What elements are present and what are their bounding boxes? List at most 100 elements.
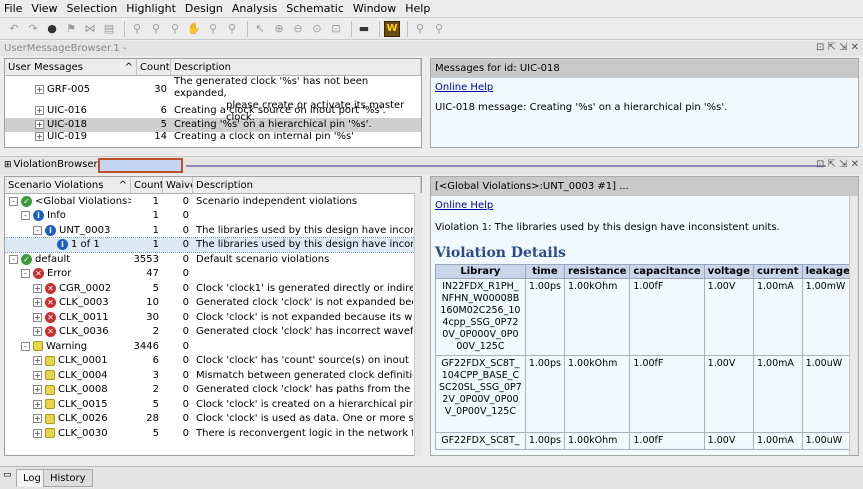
expand-icon[interactable]: + [35,105,44,115]
col-user-messages[interactable]: User Messages ^ [5,59,137,75]
select-icon[interactable]: ↖ [252,21,268,37]
table-row[interactable]: + ✕ CGR_0002 5 0 Clock 'clock1' is generated … [5,281,421,296]
collapse-icon[interactable]: - [21,341,30,351]
collapse-icon[interactable]: - [9,196,18,206]
table-row[interactable]: i1 of 1 1 0 The libraries used by this desi… [5,236,421,253]
print-icon[interactable]: ▤ [101,21,117,37]
route-icon[interactable]: ⚲ [224,21,240,37]
expand-icon[interactable]: + [33,399,42,409]
library-name-line: NFHN_W00008B [441,293,520,304]
collapse-icon[interactable]: - [33,225,42,235]
table-row[interactable]: - Warning 3446 0 [5,339,421,354]
detail-scrollbar[interactable] [849,196,858,455]
collapse-icon[interactable]: - [9,254,18,264]
menu-analysis[interactable]: Analysis [232,2,277,15]
col-scenario-violations[interactable]: Scenario Violations ^ [5,177,131,193]
col-count[interactable]: Count [131,177,163,193]
menu-selection[interactable]: Selection [67,2,118,15]
expand-icon[interactable]: + [33,356,42,366]
col-waived[interactable]: Waived [163,177,193,193]
online-help-link[interactable]: Online Help [435,200,493,211]
menu-highlight[interactable]: Highlight [126,2,176,15]
route-icon[interactable]: ⚲ [412,21,428,37]
row-waived: 0 [182,384,189,396]
table-row[interactable]: + CLK_0030 5 0 There is reconvergent logic i… [5,426,421,441]
expand-icon[interactable]: + [33,428,42,438]
online-help-link[interactable]: Online Help [435,82,493,93]
route-icon[interactable]: ⚲ [129,21,145,37]
expand-icon[interactable]: + [33,298,42,308]
vb-search-field[interactable] [98,158,183,173]
table-row[interactable]: - i Info 1 0 [5,209,421,224]
table-row[interactable]: - ✕ Error 47 0 [5,267,421,282]
table-row[interactable]: + CLK_0015 5 0 Clock 'clock' is created on a… [5,397,421,412]
row-count: 3553 [133,253,159,265]
menu-schematic[interactable]: Schematic [286,2,344,15]
table-row[interactable]: + ✕ CLK_0003 10 0 Generated clock 'clock' is … [5,296,421,311]
col-description[interactable]: Description [171,59,421,75]
table-row[interactable]: - ✓ <Global Violations> 1 0 Scenario independ… [5,194,421,209]
table-row[interactable]: + CLK_0008 2 0 Generated clock 'clock' has p… [5,383,421,398]
expand-icon[interactable]: + [33,370,42,380]
window-controls-icon[interactable]: ⊡ ⇱ ⇲ ✕ [816,159,859,170]
row-label: CLK_0004 [58,369,108,381]
table-row[interactable]: + UIC-019 14 Creating a clock on internal… [5,132,421,141]
filter-icon[interactable]: ⚑ [63,21,79,37]
collapse-icon[interactable]: - [21,269,30,279]
vb-window-icon: ⊞ [4,159,12,170]
expand-icon[interactable]: + [35,120,44,130]
row-waived: 0 [182,268,189,280]
hand-icon[interactable]: ✋ [186,21,202,37]
vb-title[interactable]: ViolationBrowser.1 [14,159,107,170]
menu-view[interactable]: View [31,2,57,15]
undo-icon[interactable]: ↶ [6,21,22,37]
expand-icon[interactable]: + [35,85,44,94]
zoom-out-icon[interactable]: ⊖ [290,21,306,37]
expand-icon[interactable]: + [33,312,42,322]
route-icon[interactable]: ⚲ [431,21,447,37]
table-row[interactable]: + ✕ CLK_0036 2 0 Generated clock 'clock' has … [5,325,421,340]
table-row[interactable]: + GRF-005 30 The generated clock '%s' has… [5,76,421,123]
route-icon[interactable]: ⚲ [148,21,164,37]
zoom-fit-icon[interactable]: ⊙ [309,21,325,37]
route-icon[interactable]: ⚲ [205,21,221,37]
redo-icon[interactable]: ↷ [25,21,41,37]
expand-icon[interactable]: + [33,327,42,337]
user-messages-table: User Messages ^ Count Description + GRF-00… [4,58,422,148]
expand-icon[interactable]: + [33,385,42,395]
row-description: Clock 'clock' is created on a hierarchic… [196,398,413,410]
expand-icon[interactable]: + [35,132,44,141]
table-row[interactable]: + CLK_0001 6 0 Clock 'clock' has 'count' sou… [5,354,421,369]
table-row-selected[interactable]: + UIC-018 5 Creating '%s' on a hierarchic… [5,117,421,132]
waveform-icon[interactable]: W [384,20,400,37]
expand-icon[interactable]: + [33,283,42,293]
row-waived: 0 [182,355,189,367]
menu-file[interactable]: File [4,2,22,15]
menu-help[interactable]: Help [405,2,430,15]
pin-icon[interactable]: ● [44,21,60,37]
tab-history[interactable]: History [43,469,93,487]
collapse-icon[interactable]: - [21,211,30,221]
zoom-in-icon[interactable]: ⊕ [271,21,287,37]
menu-design[interactable]: Design [185,2,223,15]
table-row[interactable]: + UIC-016 6 Creating a clock source on in… [5,103,421,118]
details-col-header: voltage [703,264,754,279]
col-description[interactable]: Description [193,177,421,193]
route-icon[interactable]: ⚲ [167,21,183,37]
library-name-line: 0V_0P000V_0P0 [442,329,519,340]
violations-scrollbar[interactable] [414,193,422,456]
table-row[interactable]: - ✓ default 3553 0 Default scenario violation… [5,252,421,267]
col-count[interactable]: Count [137,59,171,75]
expand-icon[interactable]: + [33,414,42,424]
row-description: Clock 'clock1' is generated directly or … [196,282,413,294]
table-row[interactable]: + CLK_0004 3 0 Mismatch between generated cl… [5,368,421,383]
split-icon[interactable]: ⋈ [82,21,98,37]
window-controls-icon[interactable]: ⊡ ⇱ ⇲ ✕ [816,42,859,53]
zoom-area-icon[interactable]: ⊡ [328,21,344,37]
table-row[interactable]: + ✕ CLK_0011 30 0 Clock 'clock' is not expand… [5,310,421,325]
table-row[interactable]: - i UNT_0003 1 0 The libraries used by this d… [5,223,421,238]
menu-window[interactable]: Window [353,2,396,15]
table-row[interactable]: + CLK_0026 28 0 Clock 'clock' is used as dat… [5,412,421,427]
message-detail-pane: Messages for id: UIC-018 Online Help UIC… [430,58,859,148]
folder-icon[interactable]: ▬ [356,21,372,37]
